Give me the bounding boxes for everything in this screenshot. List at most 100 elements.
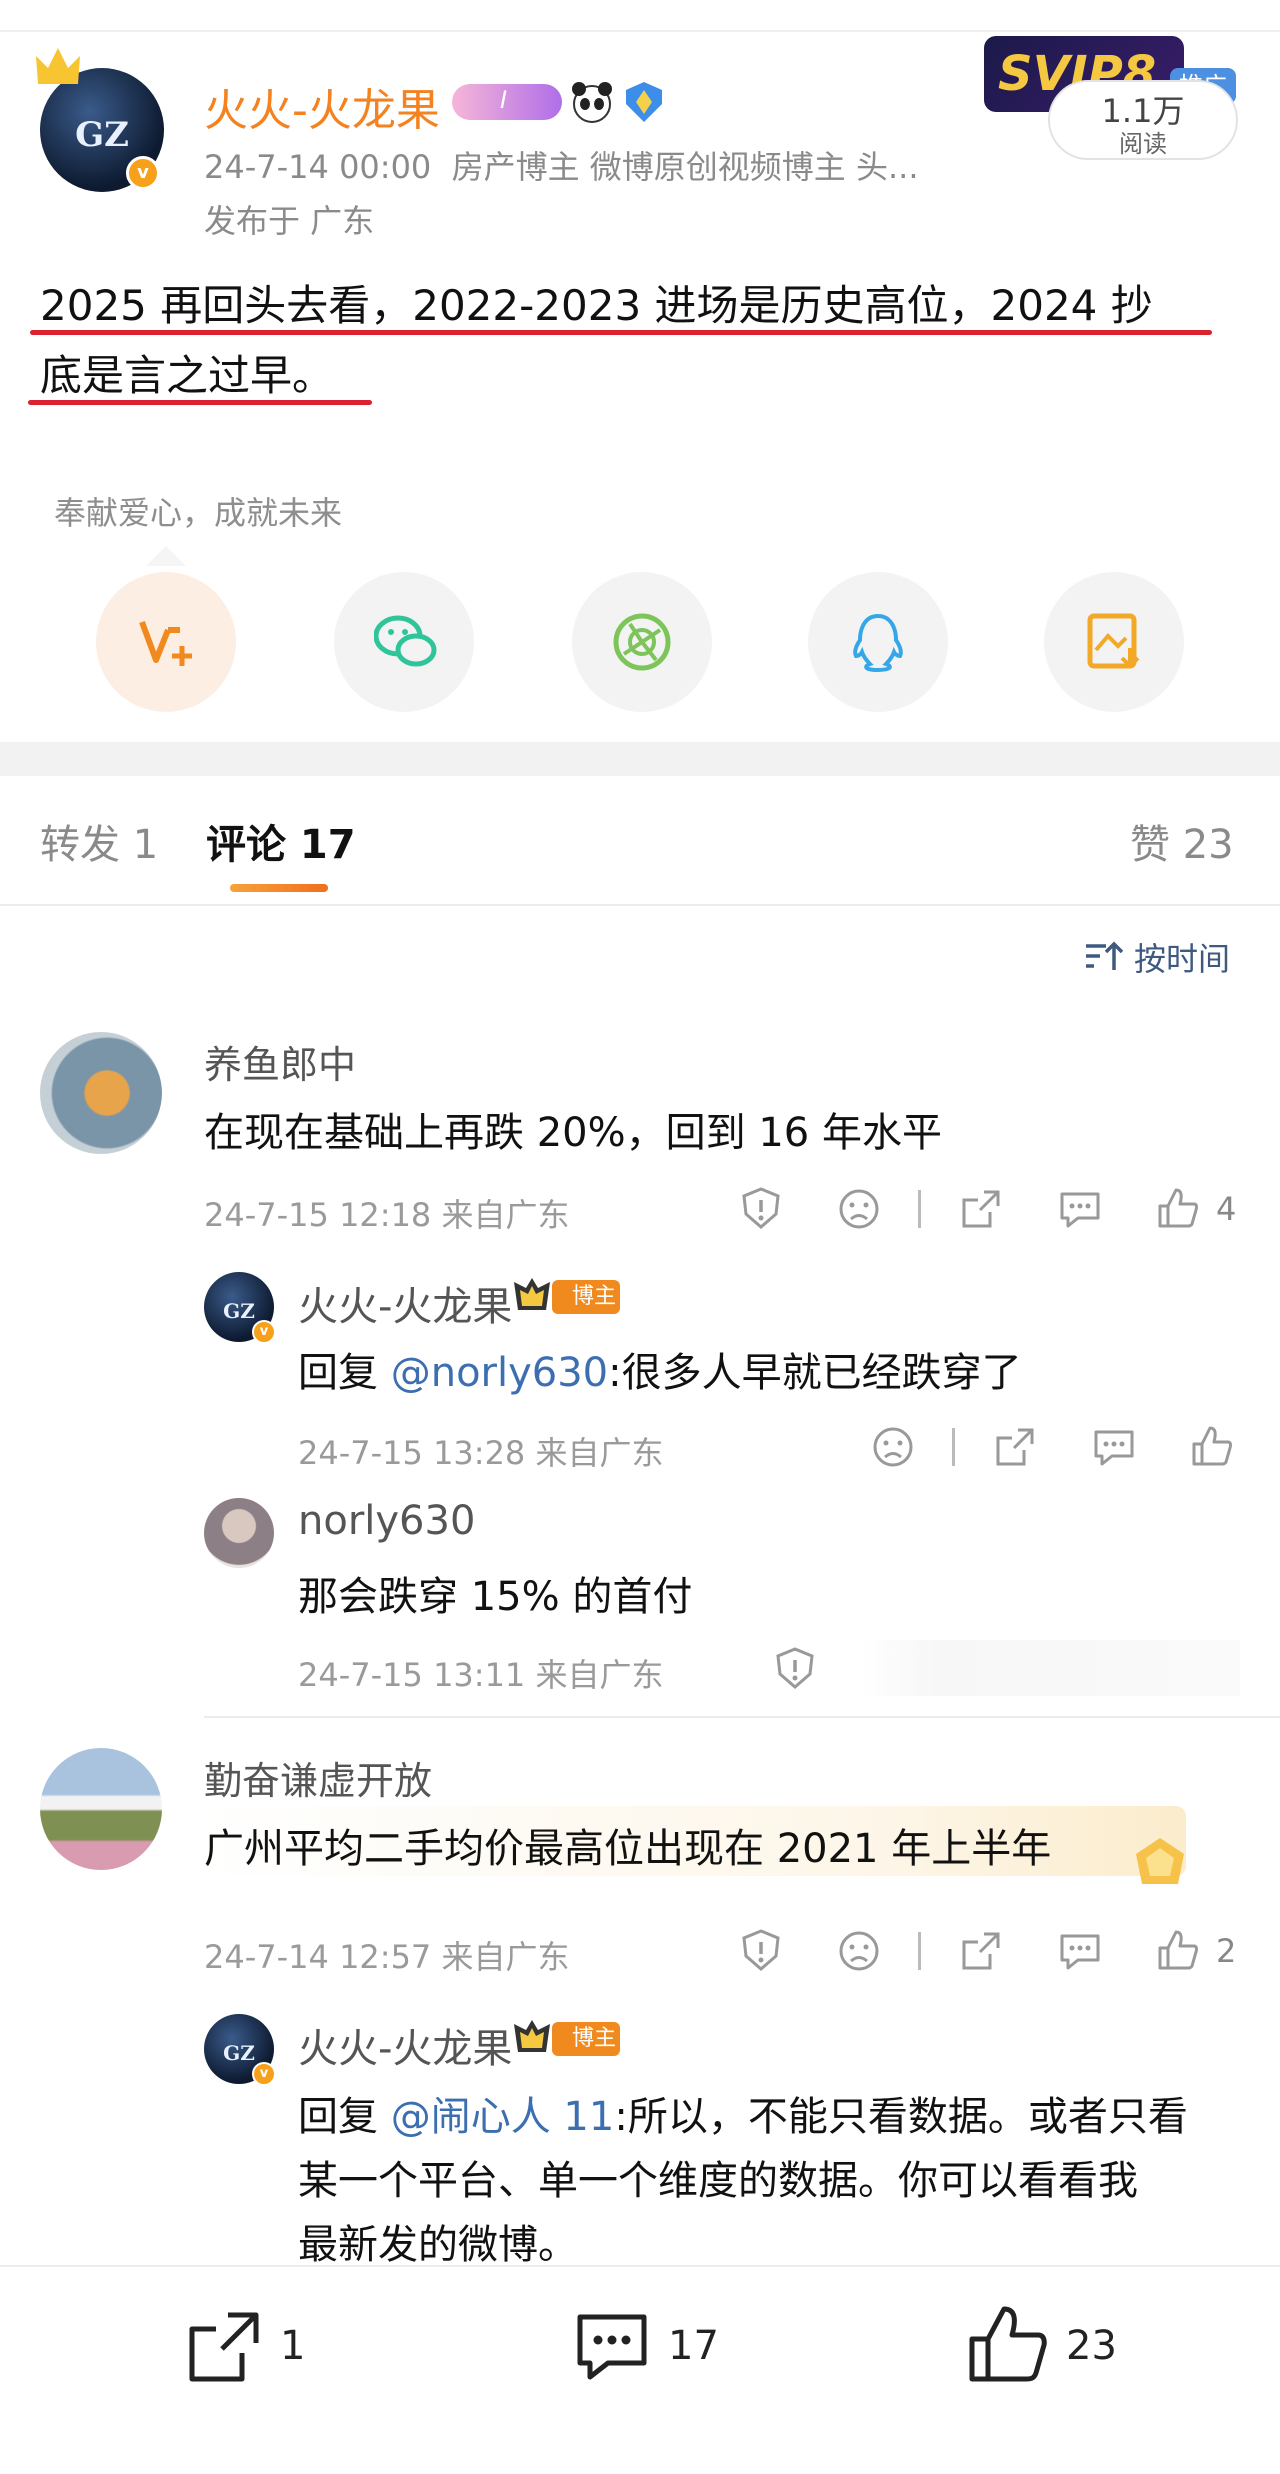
post-content-line-1: 2025 再回头去看，2022-2023 进场是历史高位，2024 抄 bbox=[40, 281, 1153, 330]
tab-comments[interactable]: 评论 17 bbox=[206, 812, 356, 870]
save-image-share-button[interactable] bbox=[1044, 572, 1184, 712]
dislike-face-icon[interactable] bbox=[838, 1930, 880, 1972]
crown-icon bbox=[514, 1278, 550, 1310]
comment-meta: 24-7-14 12:57 来自广东 bbox=[204, 1938, 570, 1976]
author-avatar[interactable]: v bbox=[36, 48, 164, 192]
sort-by-time-button[interactable]: 按时间 bbox=[1084, 934, 1244, 980]
repost-count: 1 bbox=[280, 2323, 306, 2369]
like-count: 4 bbox=[1216, 1190, 1237, 1228]
comment-icon bbox=[577, 2314, 647, 2380]
like-icon[interactable] bbox=[1190, 1424, 1234, 1468]
weibo-post-page: v 火火-火龙果 I 24-7-14 00:00 房产博主 微博原创视频博主 头… bbox=[0, 0, 1280, 2474]
like-icon bbox=[969, 2306, 1047, 2382]
crown-icon bbox=[514, 2020, 550, 2052]
bottom-action-bar: 1 17 23 bbox=[0, 2265, 1280, 2474]
comment-icon[interactable] bbox=[1092, 1426, 1136, 1468]
action-separator bbox=[918, 1932, 921, 1970]
reply-author[interactable]: 火火-火龙果 bbox=[298, 2016, 512, 2074]
tooltip-arrow bbox=[146, 546, 186, 566]
author-tags[interactable]: 房产博主 微博原创视频博主 头... bbox=[452, 148, 919, 186]
comment-count: 17 bbox=[668, 2323, 719, 2369]
reply-text: 那会跌穿 15% 的首付 bbox=[298, 1574, 693, 1620]
tabs-divider bbox=[0, 904, 1280, 906]
comment-text: 广州平均二手均价最高位出现在 2021 年上半年 bbox=[204, 1826, 1052, 1872]
blogger-badge: 博主 bbox=[514, 1278, 640, 1318]
sort-label: 按时间 bbox=[1134, 940, 1231, 978]
mention-link[interactable]: @闹心人 11 bbox=[391, 2094, 615, 2140]
verified-icon: v bbox=[252, 1320, 276, 1344]
faded-actions bbox=[860, 1640, 1240, 1696]
avatar[interactable] bbox=[204, 1498, 274, 1568]
tab-repost[interactable]: 转发 1 bbox=[40, 812, 158, 870]
comment-author[interactable]: 勤奋谦虚开放 bbox=[204, 1750, 432, 1805]
top-divider bbox=[0, 30, 1280, 32]
repost-icon[interactable] bbox=[994, 1426, 1036, 1468]
action-separator bbox=[952, 1428, 955, 1466]
post-time: 24-7-14 00:00 bbox=[204, 148, 432, 186]
like-button[interactable]: 23 bbox=[966, 2303, 1136, 2397]
verified-icon: v bbox=[252, 2062, 276, 2086]
report-icon[interactable] bbox=[774, 1646, 816, 1690]
comment-author[interactable]: 养鱼郎中 bbox=[204, 1034, 356, 1089]
repost-button[interactable]: 1 bbox=[184, 2307, 344, 2397]
sort-icon bbox=[1086, 941, 1124, 970]
reply-avatar[interactable]: v bbox=[204, 1272, 276, 1344]
qq-share-button[interactable] bbox=[808, 572, 948, 712]
post-content-line-2: 底是言之过早。 bbox=[40, 351, 335, 400]
verified-icon: v bbox=[126, 156, 160, 190]
wechat-icon bbox=[374, 615, 437, 667]
post-time-and-tags: 24-7-14 00:00 房产博主 微博原创视频博主 头... bbox=[204, 142, 919, 188]
crown-icon bbox=[36, 48, 80, 84]
tab-likes[interactable]: 赞 23 bbox=[1130, 812, 1234, 870]
weibo-plus-share-button[interactable] bbox=[96, 572, 236, 712]
like-icon[interactable] bbox=[1156, 1928, 1200, 1972]
blogger-badge-label: 博主 bbox=[552, 2022, 620, 2056]
read-count-pill[interactable]: 1.1万 阅读 bbox=[1048, 80, 1238, 160]
level-badge[interactable]: I bbox=[452, 84, 562, 120]
blogger-badge: 博主 bbox=[514, 2020, 640, 2060]
post-location: 发布于 广东 bbox=[204, 202, 375, 240]
dislike-face-icon[interactable] bbox=[872, 1426, 914, 1468]
moments-icon bbox=[613, 613, 671, 671]
weibo-plus-icon bbox=[139, 620, 192, 666]
dislike-face-icon[interactable] bbox=[838, 1188, 880, 1230]
wechat-share-button[interactable] bbox=[334, 572, 474, 712]
red-underline-1 bbox=[30, 330, 1212, 335]
gold-gem-icon bbox=[1136, 1838, 1184, 1884]
reply-text-line-1: 回复 @闹心人 11:所以，不能只看数据。或者只看 bbox=[298, 2094, 1188, 2140]
reply-text-line-3: 最新发的微博。 bbox=[298, 2222, 578, 2268]
like-count: 2 bbox=[1216, 1932, 1237, 1970]
comment-icon[interactable] bbox=[1058, 1188, 1102, 1230]
report-icon[interactable] bbox=[740, 1186, 782, 1230]
like-count: 23 bbox=[1066, 2323, 1117, 2369]
active-tab-indicator bbox=[230, 884, 328, 892]
donation-text[interactable]: 奉献爱心，成就未来 bbox=[54, 488, 342, 534]
avatar[interactable] bbox=[40, 1748, 162, 1870]
red-underline-2 bbox=[28, 400, 372, 405]
reply-text: 回复 @norly630:很多人早就已经跌穿了 bbox=[298, 1350, 1022, 1396]
reply-meta: 24-7-15 13:11 来自广东 bbox=[298, 1656, 664, 1694]
mention-link[interactable]: @norly630 bbox=[391, 1350, 608, 1396]
moments-share-button[interactable] bbox=[572, 572, 712, 712]
comment-icon[interactable] bbox=[1058, 1930, 1102, 1972]
like-icon[interactable] bbox=[1156, 1186, 1200, 1230]
reply-author[interactable]: norly630 bbox=[298, 1498, 475, 1544]
comment-text: 在现在基础上再跌 20%，回到 16 年水平 bbox=[204, 1110, 942, 1156]
action-separator bbox=[918, 1190, 921, 1228]
blogger-badge-label: 博主 bbox=[552, 1280, 620, 1314]
repost-icon[interactable] bbox=[960, 1188, 1002, 1230]
reply-text-line-2: 某一个平台、单一个维度的数据。你可以看看我 bbox=[298, 2158, 1138, 2204]
avatar[interactable] bbox=[40, 1032, 162, 1154]
comment-button[interactable]: 17 bbox=[572, 2307, 742, 2397]
save-image-icon bbox=[1087, 613, 1140, 669]
repost-icon[interactable] bbox=[960, 1930, 1002, 1972]
section-separator bbox=[0, 742, 1280, 776]
panda-icon[interactable] bbox=[570, 80, 614, 124]
author-name[interactable]: 火火-火龙果 bbox=[204, 74, 440, 138]
reply-avatar[interactable]: v bbox=[204, 2014, 276, 2086]
comment-meta: 24-7-15 12:18 来自广东 bbox=[204, 1196, 570, 1234]
reply-author[interactable]: 火火-火龙果 bbox=[298, 1274, 512, 1332]
reply-meta: 24-7-15 13:28 来自广东 bbox=[298, 1434, 664, 1472]
report-icon[interactable] bbox=[740, 1928, 782, 1972]
shield-badge-icon[interactable] bbox=[622, 80, 666, 124]
